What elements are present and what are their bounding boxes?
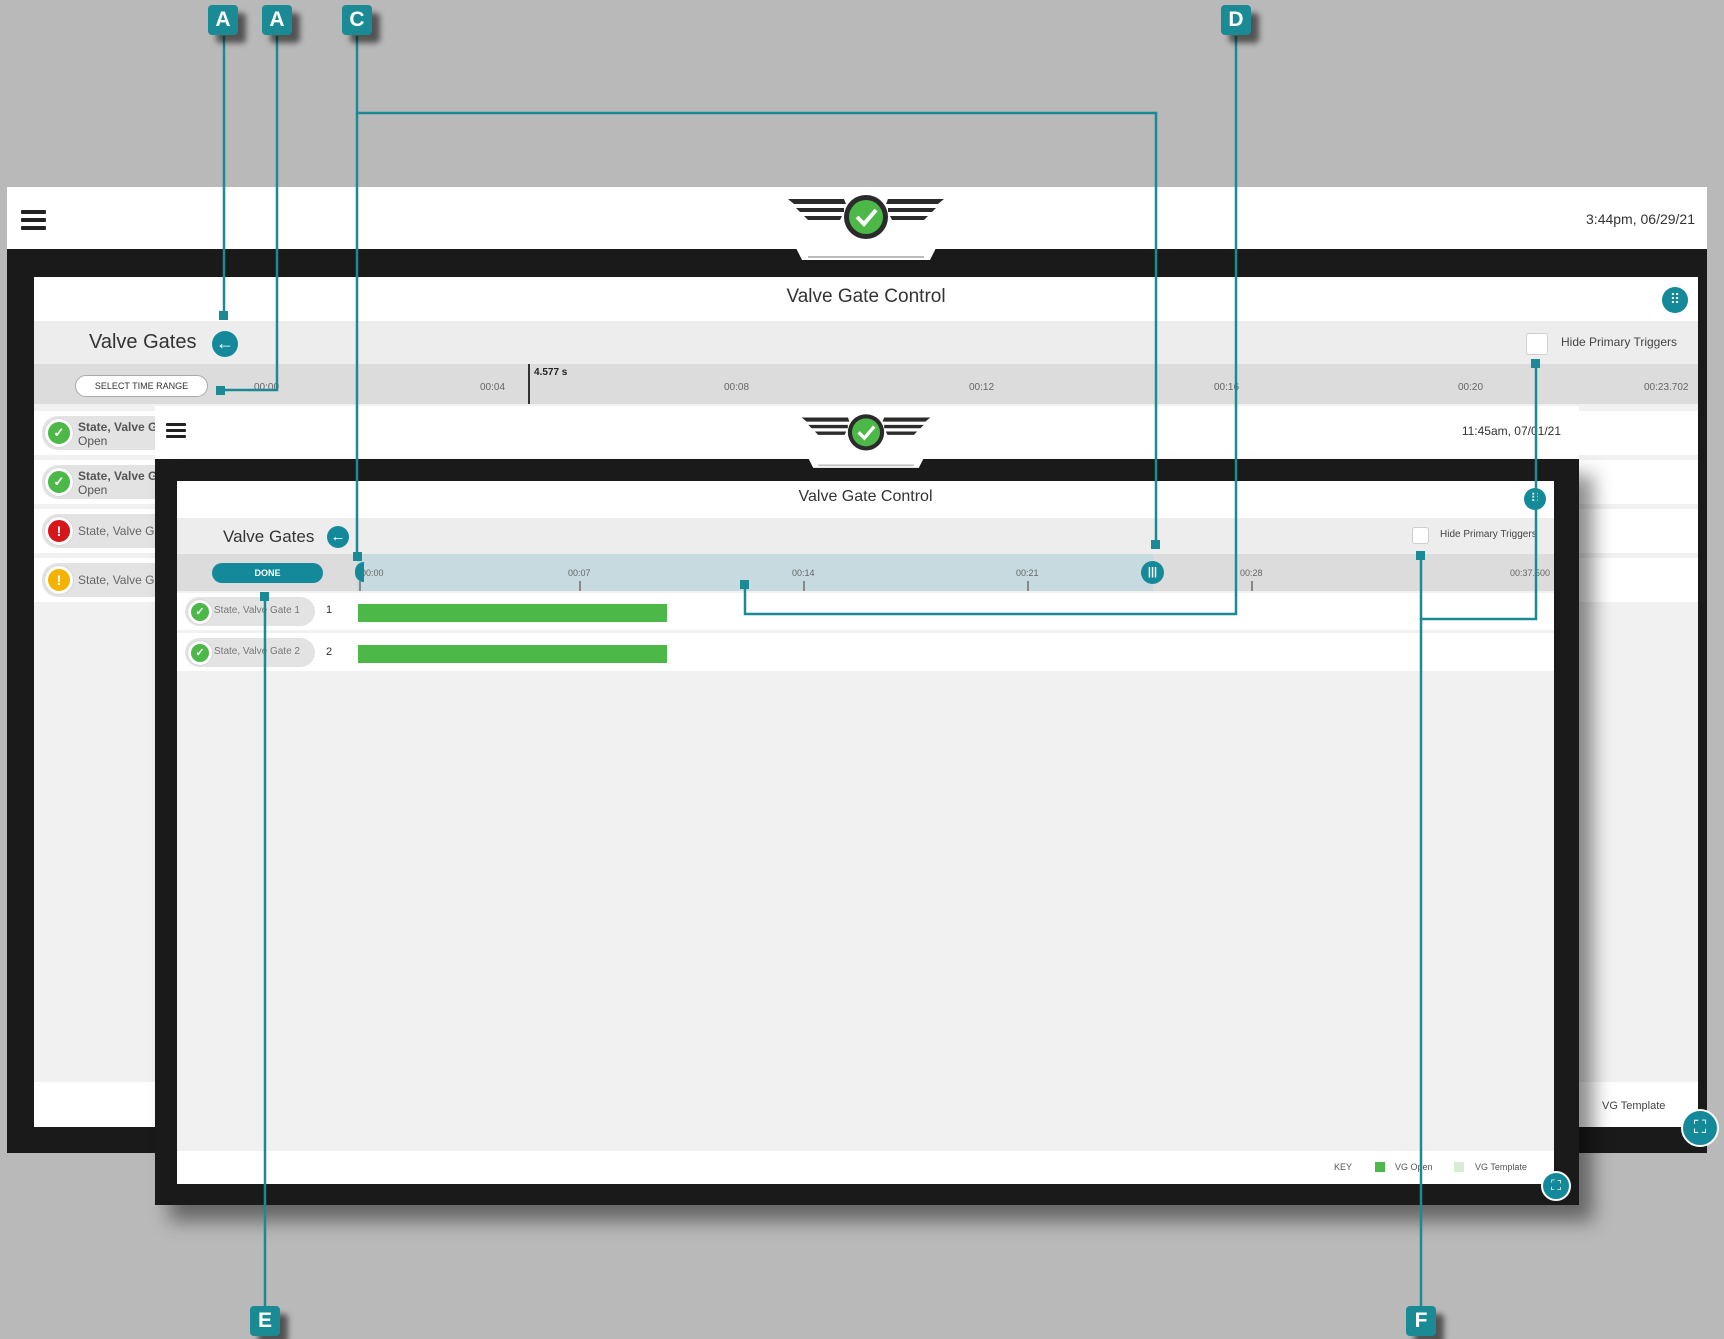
front-tick-label: 00:07 — [568, 568, 591, 578]
front-tick — [1251, 581, 1253, 591]
back-datetime: 3:44pm, 06/29/21 — [1586, 211, 1695, 227]
back-section-title: Valve Gates — [89, 331, 197, 353]
front-panel-title: Valve Gate Control — [177, 481, 1554, 518]
callout-pin — [216, 386, 225, 395]
callout-badge-a: A — [262, 5, 292, 35]
front-row-label: State, Valve Gate 2 — [214, 646, 300, 657]
front-row-label: State, Valve Gate 1 — [214, 605, 300, 616]
front-panel: Valve Gate Control ⠿ Valve Gates ← Hide … — [177, 481, 1554, 1184]
back-panel-title: Valve Gate Control — [34, 277, 1698, 321]
front-datetime: 11:45am, 07/01/21 — [1461, 424, 1561, 438]
front-row-num: 2 — [326, 646, 333, 658]
back-tick-label: 00:20 — [1458, 382, 1484, 393]
front-arrow-icon[interactable]: ← — [327, 526, 349, 548]
front-menu-icon[interactable] — [166, 423, 186, 438]
back-tick-label: 00:16 — [1214, 382, 1240, 393]
callout-badge-e: E — [250, 1306, 280, 1336]
back-logo — [786, 190, 946, 265]
front-fullscreen-icon[interactable]: ⛶ — [1541, 1171, 1571, 1201]
back-row-title: State, Valve G — [78, 420, 158, 434]
back-cursor-line — [528, 364, 530, 404]
front-hide-triggers-checkbox[interactable] — [1412, 527, 1429, 544]
legend-open-label: VG Open — [1395, 1162, 1433, 1172]
back-section-header: Valve Gates ← Hide Primary Triggers — [34, 321, 1698, 364]
error-icon: ! — [45, 517, 73, 545]
front-hide-triggers-label: Hide Primary Triggers — [1440, 529, 1537, 540]
range-start-handle[interactable] — [355, 562, 364, 582]
front-apps-icon[interactable]: ⠿ — [1524, 488, 1546, 510]
back-timeline: SELECT TIME RANGE 4.577 s 00:00 00:04 00… — [34, 364, 1698, 404]
back-tick-label: 00:04 — [480, 382, 506, 393]
front-row-pill[interactable]: ✓ State, Valve Gate 1 — [185, 597, 315, 626]
callout-badge-f: F — [1406, 1306, 1436, 1336]
legend-template-swatch — [1454, 1162, 1464, 1172]
back-fullscreen-icon[interactable]: ⛶ — [1681, 1109, 1719, 1147]
callout-pin — [260, 592, 269, 601]
back-hide-triggers-label: Hide Primary Triggers — [1561, 335, 1678, 349]
back-hide-triggers-checkbox[interactable] — [1526, 333, 1548, 355]
front-section-title: Valve Gates — [223, 527, 315, 546]
back-row-sub: Open — [78, 483, 108, 497]
front-tick-label: 00:00 — [361, 568, 384, 578]
check-icon: ✓ — [45, 419, 73, 447]
check-icon: ✓ — [45, 468, 73, 496]
callout-badge-d: D — [1221, 5, 1251, 35]
back-tick-label: 00:12 — [969, 382, 995, 393]
back-tick-label: 00:00 — [254, 382, 280, 393]
callout-pin — [1151, 540, 1160, 549]
front-tick — [579, 581, 581, 591]
front-footer: KEY VG Open VG Template — [177, 1151, 1554, 1184]
callout-pin — [219, 311, 228, 320]
valve-gate-1-open-bar[interactable] — [358, 604, 667, 622]
callout-badge-a: A — [208, 5, 238, 35]
back-menu-icon[interactable] — [21, 210, 46, 230]
back-row-title: State, Valve G — [78, 573, 155, 587]
back-row-sub: Open — [78, 434, 108, 448]
back-tick-label: 00:23.702 — [1644, 382, 1689, 393]
front-tick-label: 00:37.500 — [1510, 568, 1551, 578]
front-tick — [803, 581, 805, 591]
front-tick-label: 00:14 — [792, 568, 815, 578]
back-row-title: State, Valve G — [78, 469, 158, 483]
callout-pin — [1416, 551, 1425, 560]
back-row-title: State, Valve G — [78, 524, 155, 538]
front-section-header: Valve Gates ← Hide Primary Triggers — [177, 518, 1554, 554]
check-icon: ✓ — [188, 641, 212, 665]
check-icon: ✓ — [188, 600, 212, 624]
back-cursor-time: 4.577 s — [534, 367, 568, 378]
callout-pin — [353, 552, 362, 561]
select-time-range-button[interactable]: SELECT TIME RANGE — [75, 375, 208, 397]
front-tick-label: 00:21 — [1016, 568, 1039, 578]
legend-open-swatch — [1375, 1162, 1385, 1172]
legend-key-label: KEY — [1334, 1162, 1353, 1172]
front-tick-label: 00:28 — [1240, 568, 1263, 578]
legend-template-label: VG Template — [1475, 1162, 1527, 1172]
callout-badge-c: C — [342, 5, 372, 35]
back-tick-label: 00:08 — [724, 382, 750, 393]
callout-pin — [740, 580, 749, 589]
front-timeline: 00:00 00:07 00:14 00:21 00:28 00:37.500 … — [355, 554, 1554, 591]
warning-icon: ! — [45, 566, 73, 594]
front-tick — [359, 581, 361, 591]
back-legend-template: VG Template — [1602, 1100, 1666, 1112]
callout-pin — [1531, 359, 1540, 368]
front-row-pill[interactable]: ✓ State, Valve Gate 2 — [185, 638, 315, 667]
range-end-handle[interactable]: ||| — [1141, 561, 1164, 584]
valve-gate-2-open-bar[interactable] — [358, 645, 667, 663]
back-arrow-icon[interactable]: ← — [212, 331, 238, 357]
front-tick — [1027, 581, 1029, 591]
done-button[interactable]: DONE — [212, 563, 323, 583]
front-row-num: 1 — [326, 604, 333, 616]
front-frame: Valve Gate Control ⠿ Valve Gates ← Hide … — [155, 459, 1579, 1205]
front-logo — [800, 410, 932, 472]
back-apps-icon[interactable]: ⠿ — [1662, 287, 1688, 313]
